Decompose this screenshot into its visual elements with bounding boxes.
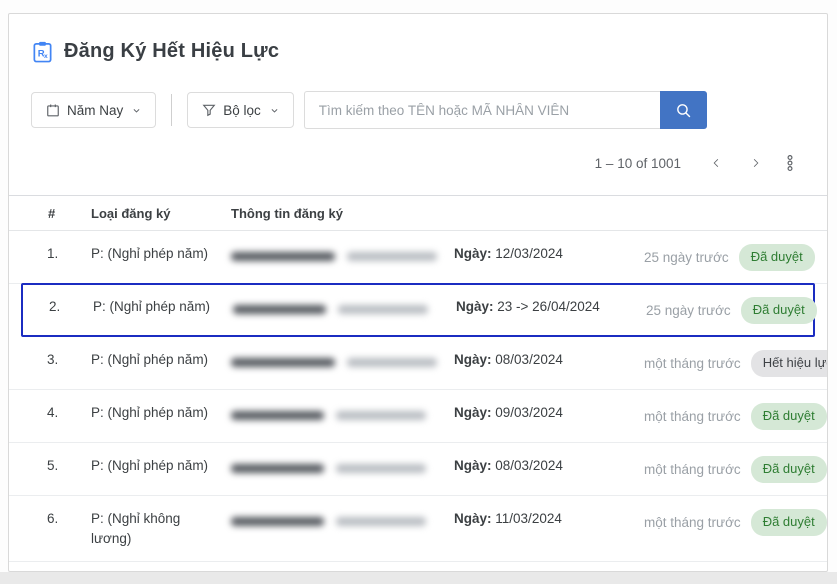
- column-header-index: #: [31, 206, 91, 221]
- search-icon: [675, 102, 692, 119]
- blurred-name: [231, 517, 324, 526]
- table-row[interactable]: 3. P: (Nghỉ phép năm) Ngày: 08/03/2024 m…: [9, 337, 827, 390]
- blurred-name: [231, 358, 335, 367]
- vertical-dots-icon: [787, 155, 793, 171]
- status-badge: Đã duyệt: [751, 509, 827, 536]
- search-button[interactable]: [660, 91, 707, 129]
- previous-page-button[interactable]: [697, 150, 736, 176]
- table-row[interactable]: 1. P: (Nghỉ phép năm) Ngày: 12/03/2024 2…: [9, 231, 827, 284]
- table-row[interactable]: 6. P: (Nghỉ không lương) Ngày: 11/03/202…: [9, 496, 827, 562]
- registrations-table: # Loại đăng ký Thông tin đăng ký 1. P: (…: [9, 195, 827, 572]
- blurred-employee-code: [347, 252, 437, 261]
- date-range-button[interactable]: Năm Nay: [31, 92, 156, 128]
- calendar-icon: [46, 103, 60, 117]
- blurred-employee-code: [336, 464, 426, 473]
- table-row[interactable]: 5. P: (Nghỉ phép năm) Ngày: 08/03/2024 m…: [9, 443, 827, 496]
- blurred-name: [231, 252, 335, 261]
- blurred-employee-code: [338, 305, 428, 314]
- registration-date: Ngày: 12/03/2024: [454, 244, 644, 264]
- blurred-name: [231, 464, 324, 473]
- blurred-name: [231, 411, 324, 420]
- pagination: 1 – 10 of 1001: [9, 129, 827, 195]
- blurred-employee-code: [336, 411, 426, 420]
- funnel-icon: [202, 103, 216, 117]
- status-badge: Đã duyệt: [751, 403, 827, 430]
- status-badge: Đã duyệt: [739, 244, 815, 271]
- registration-date: Ngày: 11/03/2024: [454, 509, 644, 529]
- column-header-info: Thông tin đăng ký: [231, 206, 454, 221]
- page-title: Đăng Ký Hết Hiệu Lực: [64, 40, 279, 63]
- filter-label: Bộ lọc: [223, 103, 261, 118]
- registration-date: Ngày: 08/03/2024: [454, 350, 644, 370]
- redacted-employee-name: [231, 509, 454, 529]
- row-index: 3.: [31, 350, 91, 370]
- registration-type: P: (Nghỉ phép năm): [91, 350, 231, 370]
- row-index: 6.: [31, 509, 91, 529]
- filter-button[interactable]: Bộ lọc: [187, 92, 294, 128]
- registration-date: Ngày: 08/03/2024: [454, 456, 644, 476]
- table-row[interactable]: 7. Buổi làm việc Tháng: 9 - 2023 một thá…: [9, 562, 827, 572]
- chevron-down-icon: [132, 106, 141, 115]
- table-row-selected[interactable]: 2. P: (Nghỉ phép năm) Ngày: 23 -> 26/04/…: [21, 283, 815, 337]
- row-index: 4.: [31, 403, 91, 423]
- redacted-employee-name: [231, 456, 454, 476]
- status-badge: Đã duyệt: [751, 456, 827, 483]
- registration-date: Ngày: 09/03/2024: [454, 403, 644, 423]
- chevron-right-icon: [750, 156, 761, 170]
- column-header-type: Loại đăng ký: [91, 206, 231, 221]
- page-section-divider: [0, 572, 837, 584]
- time-ago: một tháng trước: [644, 407, 741, 427]
- status-badge: Đã duyệt: [741, 297, 817, 324]
- registration-type: P: (Nghỉ phép năm): [93, 297, 233, 317]
- registration-type: P: (Nghỉ phép năm): [91, 456, 231, 476]
- redacted-employee-name: [231, 244, 454, 264]
- time-ago: một tháng trước: [644, 354, 741, 374]
- column-options-button[interactable]: [775, 149, 801, 177]
- toolbar: Năm Nay Bộ lọc: [9, 63, 827, 129]
- expired-registrations-card: R x Đăng Ký Hết Hiệu Lực Năm Nay Bộ lọc: [8, 13, 828, 572]
- search-group: [304, 91, 707, 129]
- table-row[interactable]: 4. P: (Nghỉ phép năm) Ngày: 09/03/2024 m…: [9, 390, 827, 443]
- row-index: 2.: [33, 297, 93, 317]
- registration-type: P: (Nghỉ phép năm): [91, 244, 231, 264]
- row-index: 1.: [31, 244, 91, 264]
- redacted-employee-name: [231, 403, 454, 423]
- date-range-label: Năm Nay: [67, 103, 123, 118]
- registration-type: P: (Nghỉ không lương): [91, 509, 231, 549]
- redacted-employee-name: [233, 297, 456, 317]
- chevron-down-icon: [270, 106, 279, 115]
- time-ago: một tháng trước: [644, 513, 741, 533]
- blurred-employee-code: [336, 517, 426, 526]
- redacted-employee-name: [231, 350, 454, 370]
- registration-date: Ngày: 23 -> 26/04/2024: [456, 297, 646, 317]
- svg-text:x: x: [44, 53, 48, 60]
- search-input[interactable]: [304, 91, 660, 129]
- next-page-button[interactable]: [736, 150, 775, 176]
- registration-type: P: (Nghỉ phép năm): [91, 403, 231, 423]
- pagination-range: 1 – 10 of 1001: [595, 156, 681, 171]
- page: R x Đăng Ký Hết Hiệu Lực Năm Nay Bộ lọc: [0, 0, 837, 584]
- time-ago: 25 ngày trước: [644, 248, 729, 268]
- toolbar-divider: [171, 94, 172, 126]
- clipboard-rx-icon: R x: [31, 40, 54, 63]
- blurred-name: [233, 305, 326, 314]
- time-ago: 25 ngày trước: [646, 301, 731, 321]
- table-header-row: # Loại đăng ký Thông tin đăng ký: [9, 195, 827, 231]
- chevron-left-icon: [711, 156, 722, 170]
- blurred-employee-code: [347, 358, 437, 367]
- page-header: R x Đăng Ký Hết Hiệu Lực: [9, 14, 827, 63]
- status-badge: Hết hiệu lực: [751, 350, 828, 377]
- time-ago: một tháng trước: [644, 460, 741, 480]
- row-index: 5.: [31, 456, 91, 476]
